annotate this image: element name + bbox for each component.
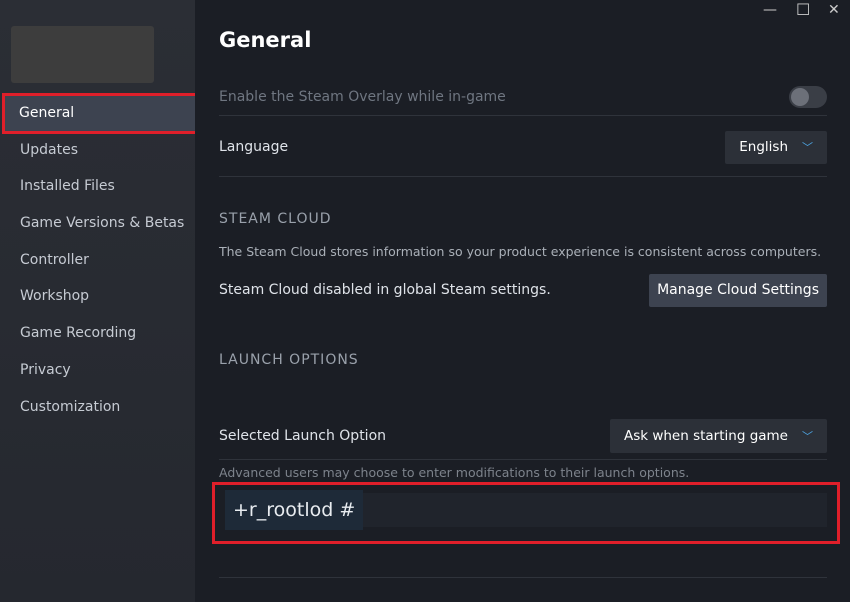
sidebar-item-workshop[interactable]: Workshop [0, 278, 195, 315]
sidebar-item-general[interactable]: General [4, 95, 196, 132]
overlay-toggle[interactable] [789, 86, 827, 108]
steam-cloud-description: The Steam Cloud stores information so yo… [219, 244, 821, 259]
page-title: General [219, 28, 311, 52]
sidebar-item-updates[interactable]: Updates [0, 132, 195, 169]
chevron-down-icon: ﹀ [802, 428, 813, 444]
cloud-status: Steam Cloud disabled in global Steam set… [219, 282, 551, 298]
divider [219, 577, 827, 578]
launch-options-input[interactable]: +r_rootlod # [225, 493, 827, 527]
maximize-button[interactable]: ☐ [796, 0, 810, 19]
sidebar-item-privacy[interactable]: Privacy [0, 352, 195, 389]
launch-options-heading: LAUNCH OPTIONS [219, 352, 359, 368]
close-button[interactable]: ✕ [828, 2, 840, 18]
sidebar-item-game-recording[interactable]: Game Recording [0, 315, 195, 352]
sidebar-item-controller[interactable]: Controller [0, 242, 195, 279]
launch-options-value: +r_rootlod # [225, 490, 363, 530]
overlay-row: Enable the Steam Overlay while in-game [219, 78, 827, 116]
launch-option-row: Selected Launch Option Ask when starting… [219, 412, 827, 460]
launch-options-highlight: +r_rootlod # [212, 482, 840, 544]
launch-option-label: Selected Launch Option [219, 428, 386, 444]
launch-option-select[interactable]: Ask when starting game ﹀ [610, 419, 827, 453]
minimize-button[interactable]: — [763, 2, 777, 18]
language-label: Language [219, 139, 288, 155]
manage-cloud-settings-button[interactable]: Manage Cloud Settings [649, 274, 827, 307]
steam-cloud-heading: STEAM CLOUD [219, 211, 332, 227]
launch-option-value: Ask when starting game [624, 428, 788, 444]
game-thumbnail [11, 26, 154, 83]
advanced-description: Advanced users may choose to enter modif… [219, 465, 689, 480]
language-row: Language English ﹀ [219, 118, 827, 177]
sidebar-item-installed-files[interactable]: Installed Files [0, 168, 195, 205]
sidebar: General Updates Installed Files Game Ver… [0, 0, 195, 602]
main-panel: — ☐ ✕ General Enable the Steam Overlay w… [195, 0, 850, 602]
language-select[interactable]: English ﹀ [725, 131, 827, 164]
language-value: English [739, 139, 788, 155]
sidebar-nav: General Updates Installed Files Game Ver… [0, 95, 195, 425]
sidebar-item-game-versions[interactable]: Game Versions & Betas [0, 205, 195, 242]
chevron-down-icon: ﹀ [802, 139, 813, 155]
sidebar-item-customization[interactable]: Customization [0, 389, 195, 426]
cloud-row: Steam Cloud disabled in global Steam set… [219, 273, 827, 307]
overlay-label: Enable the Steam Overlay while in-game [219, 89, 506, 105]
